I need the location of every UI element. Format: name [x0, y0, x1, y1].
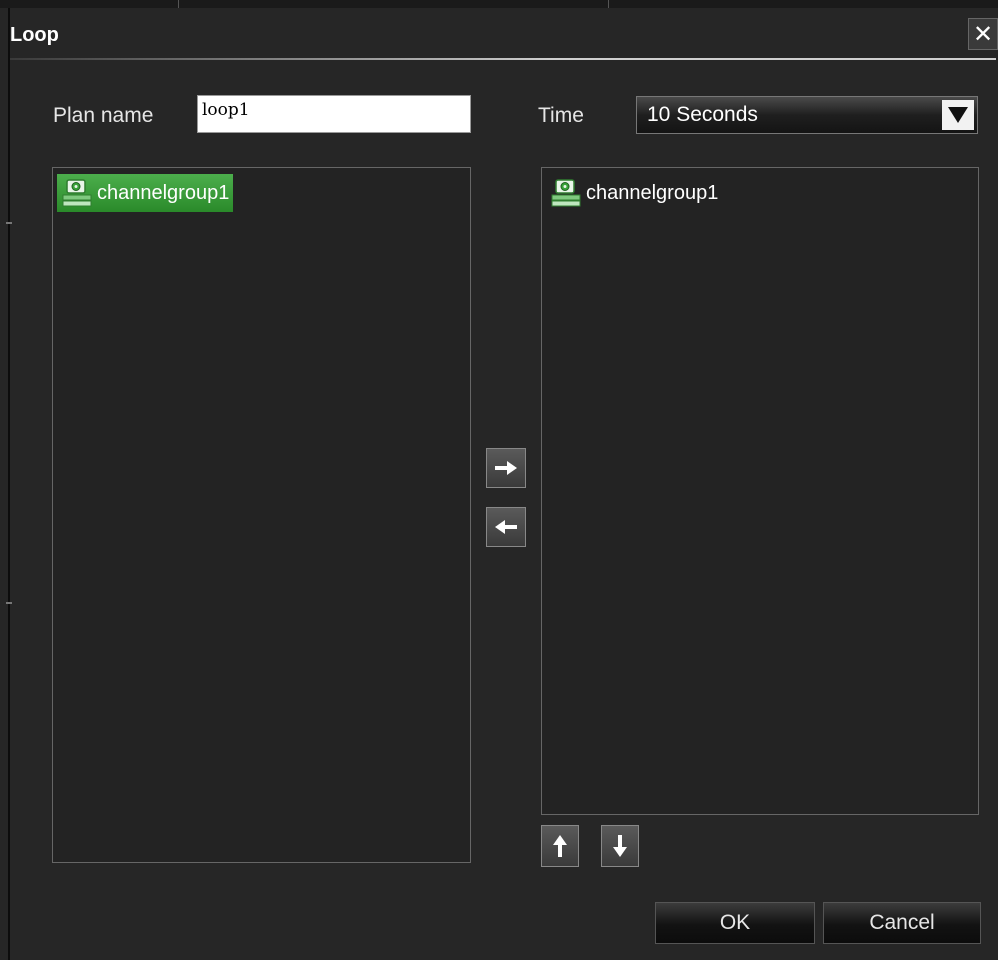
time-selected-value: 10 Seconds	[647, 103, 758, 126]
move-down-button[interactable]	[601, 825, 639, 867]
available-channels-list[interactable]: channelgroup1	[52, 167, 471, 863]
arrow-down-icon	[613, 835, 627, 857]
ok-button[interactable]: OK	[655, 902, 815, 944]
time-label: Time	[538, 104, 584, 127]
edge-mark	[6, 602, 12, 604]
ok-button-label: OK	[719, 911, 751, 934]
list-item-label: channelgroup1	[97, 181, 230, 204]
loop-channels-list[interactable]: channelgroup1	[541, 167, 979, 815]
list-item[interactable]: channelgroup1	[57, 174, 234, 212]
edge-mark	[6, 222, 12, 224]
channel-group-icon	[551, 179, 581, 207]
triangle-down-icon[interactable]	[942, 100, 974, 130]
cancel-button-label: Cancel	[869, 911, 935, 934]
list-item[interactable]: channelgroup1	[546, 174, 722, 212]
time-dropdown[interactable]: 10 Seconds	[636, 96, 978, 134]
arrow-right-icon	[495, 461, 517, 475]
channel-group-icon	[62, 179, 92, 207]
dialog-title: Loop	[10, 24, 59, 46]
list-item-label: channelgroup1	[586, 181, 719, 204]
title-bar	[10, 8, 998, 62]
plan-name-input[interactable]: loop1	[197, 95, 471, 133]
loop-dialog: Loop ✕ Plan name loop1 Time 10 Seconds c…	[0, 0, 998, 960]
plan-name-label: Plan name	[53, 104, 154, 127]
close-button[interactable]: ✕	[968, 18, 998, 50]
left-edge	[8, 8, 10, 960]
arrow-left-icon	[495, 520, 517, 534]
strip-divider	[178, 0, 179, 8]
strip-divider	[608, 0, 609, 8]
title-divider	[10, 58, 996, 60]
top-strip	[0, 0, 998, 8]
arrow-up-icon	[553, 835, 567, 857]
add-to-plan-button[interactable]	[486, 448, 526, 488]
move-up-button[interactable]	[541, 825, 579, 867]
remove-from-plan-button[interactable]	[486, 507, 526, 547]
close-icon: ✕	[972, 20, 994, 48]
cancel-button[interactable]: Cancel	[823, 902, 981, 944]
